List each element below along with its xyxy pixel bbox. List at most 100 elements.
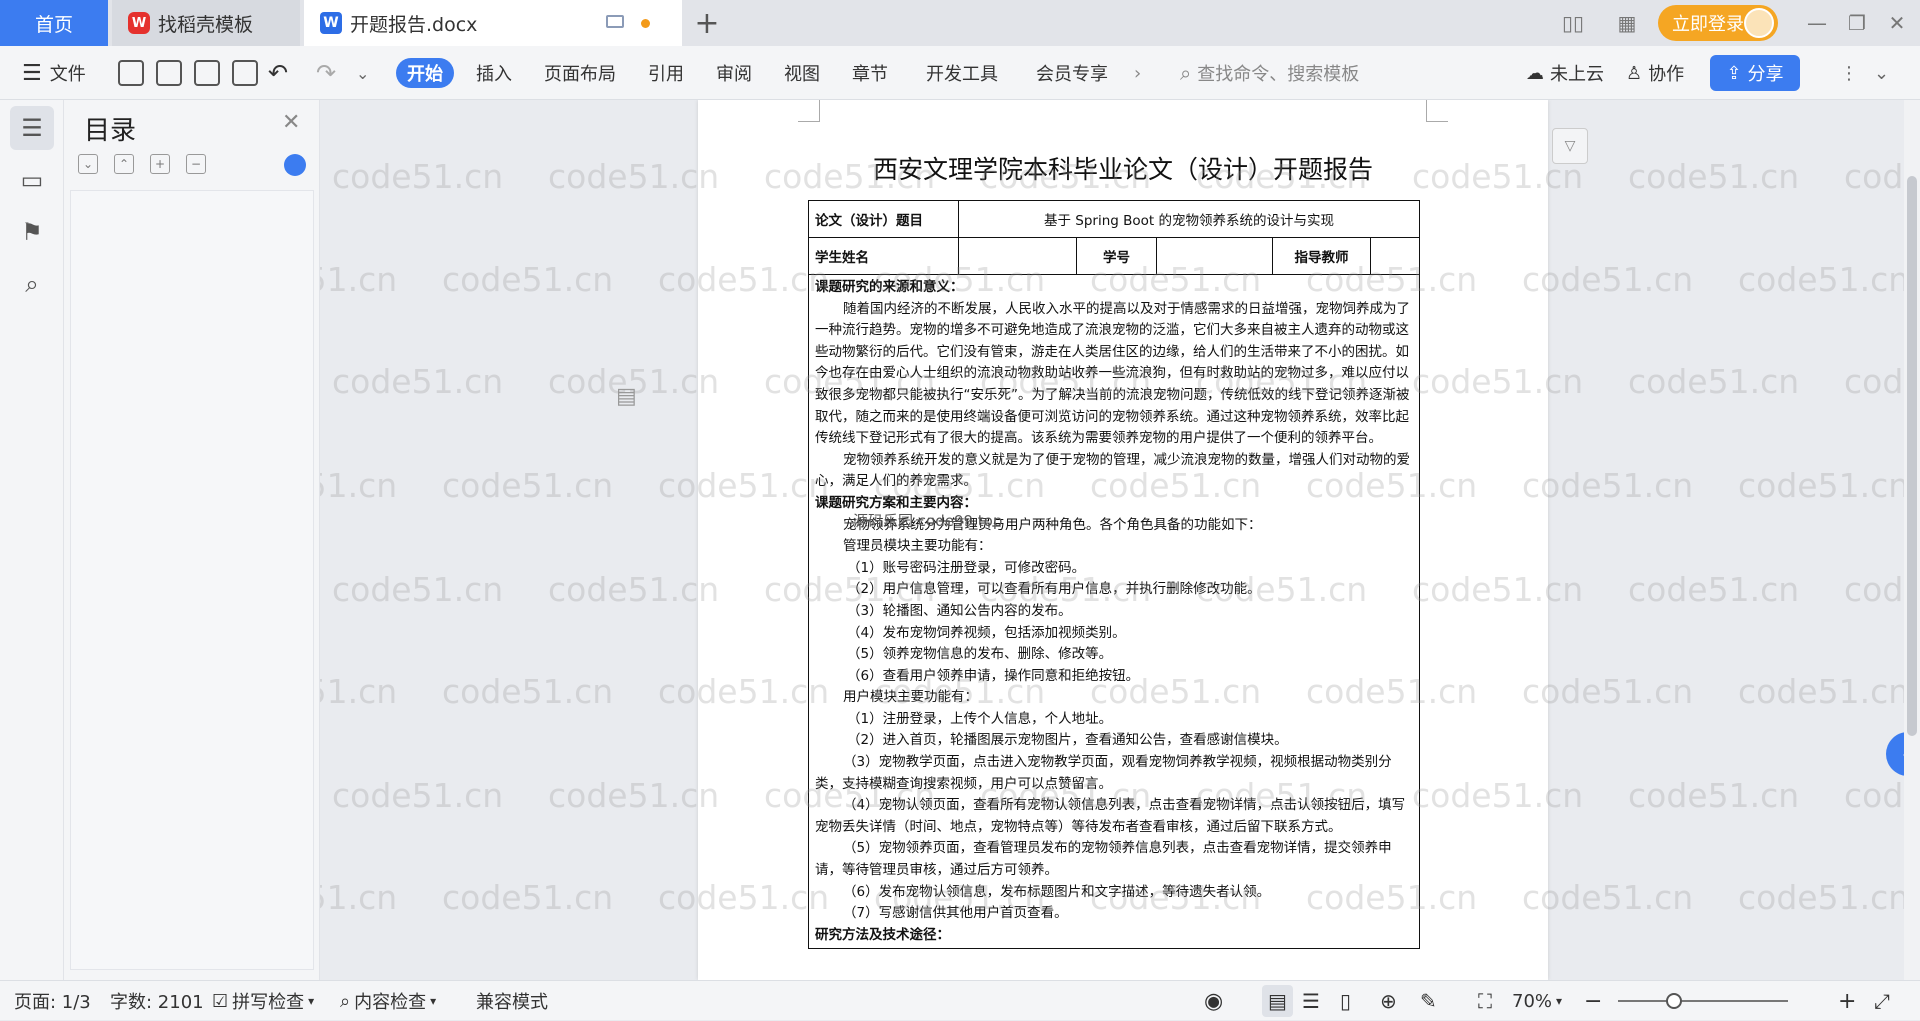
student-name-value[interactable] <box>958 237 1077 275</box>
web-view-icon[interactable]: ⊕ <box>1380 981 1397 1021</box>
maximize-icon[interactable]: ❐ <box>1844 10 1870 36</box>
chevron-down-icon[interactable]: ⌄ <box>356 46 369 100</box>
share-button[interactable]: ⇪ 分享 <box>1710 55 1800 91</box>
collapse-ribbon-icon[interactable]: ⌄ <box>1874 46 1889 100</box>
watermark-text: code51.cn <box>1844 362 1904 401</box>
word-count[interactable]: 字数: 2101 <box>110 981 204 1021</box>
list-item: （2）用户信息管理，可以查看所有用户信息，并执行删除修改功能。 <box>847 581 1261 598</box>
add-heading-icon[interactable]: + <box>150 154 170 174</box>
watermark-text: code51.cn <box>1628 776 1800 815</box>
tab-insert[interactable]: 插入 <box>476 46 512 100</box>
toc-list <box>70 190 314 970</box>
zoom-out-icon[interactable]: − <box>1584 981 1602 1021</box>
list-item: （6）查看用户领养申请，操作同意和拒绝按钮。 <box>847 667 1140 684</box>
bookmark-icon[interactable]: ⚑ <box>10 210 54 254</box>
toc-title: 目录 <box>84 116 137 146</box>
new-tab-button[interactable]: + <box>690 6 724 41</box>
tab-home[interactable]: 首页 <box>0 0 108 46</box>
document-page[interactable]: 西安文理学院本科毕业论文（设计）开题报告 论文（设计）题目 基于 Spring … <box>698 100 1548 980</box>
redo-icon[interactable]: ↷ <box>316 46 336 100</box>
overlay-watermark: 源码乐园 code99.top <box>853 512 1003 530</box>
advisor-value[interactable] <box>1370 237 1420 275</box>
spellcheck-button[interactable]: ☑ 拼写检查 ▾ <box>212 981 314 1021</box>
monitor-icon[interactable] <box>606 15 624 28</box>
tab-view[interactable]: 视图 <box>784 46 820 100</box>
document-canvas[interactable]: 西安文理学院本科毕业论文（设计）开题报告 论文（设计）题目 基于 Spring … <box>320 100 1904 980</box>
collapse-icon[interactable]: ⌃ <box>114 154 134 174</box>
comment-icon[interactable]: ▤ <box>616 384 637 409</box>
tab-page-layout[interactable]: 页面布局 <box>544 46 616 100</box>
zoom-value: 70% <box>1512 990 1553 1012</box>
close-icon[interactable]: ✕ <box>282 110 300 135</box>
more-options-icon[interactable]: ⋮ <box>1840 46 1858 100</box>
filter-icon[interactable]: ▽ <box>1552 128 1588 164</box>
remove-heading-icon[interactable]: − <box>186 154 206 174</box>
fit-page-icon[interactable]: ⛶ <box>1478 981 1492 1021</box>
watermark-text: code51.cn <box>332 570 504 609</box>
undo-icon[interactable]: ↶ <box>268 46 288 100</box>
watermark-text: code51.cn <box>548 776 720 815</box>
more-tabs-icon[interactable]: › <box>1134 46 1141 100</box>
ai-assistant-icon[interactable] <box>284 154 306 176</box>
list-item: （4）发布宠物饲养视频，包括添加视频类别。 <box>847 624 1126 641</box>
pen-icon[interactable]: ✎ <box>1420 981 1437 1021</box>
login-label: 立即登录 <box>1672 14 1744 35</box>
page-indicator[interactable]: 页面: 1/3 <box>14 981 91 1021</box>
unsaved-dot-icon <box>641 19 650 28</box>
zoom-slider[interactable] <box>1618 993 1788 1009</box>
zoom-slider-knob[interactable] <box>1666 993 1683 1009</box>
save-icon[interactable] <box>118 60 144 86</box>
navigation-icon[interactable]: ▭ <box>10 158 54 202</box>
tab-developer[interactable]: 开发工具 <box>926 46 998 100</box>
page-view-icon[interactable]: ▤ <box>1262 985 1293 1017</box>
apps-grid-icon[interactable]: ▦ <box>1614 10 1640 36</box>
title-tab-bar: 首页 W 找稻壳模板 W 开题报告.docx + ▯▯ ▦ 立即登录 — ❐ ✕ <box>0 0 1920 46</box>
scroll-thumb[interactable] <box>1907 176 1917 736</box>
vertical-scrollbar[interactable] <box>1904 100 1920 980</box>
file-menu-label: 文件 <box>49 64 86 85</box>
cloud-status[interactable]: ☁ 未上云 <box>1526 46 1604 100</box>
side-panel-toggle-icon[interactable]: ‹ <box>1886 732 1904 776</box>
zoom-in-icon[interactable]: + <box>1838 981 1856 1021</box>
layout-icon[interactable]: ▯▯ <box>1560 10 1586 36</box>
list-item: （1）账号密码注册登录，可修改密码。 <box>847 559 1086 576</box>
content-check-button[interactable]: ⌕ 内容检查 ▾ <box>340 981 436 1021</box>
tab-member[interactable]: 会员专享 <box>1036 46 1108 100</box>
command-search[interactable]: ⌕ 查找命令、搜索模板 <box>1180 46 1359 100</box>
content-check-label: 内容检查 <box>354 992 427 1013</box>
search-icon[interactable]: ⌕ <box>10 262 54 306</box>
student-id-label: 学号 <box>1076 237 1157 275</box>
expand-icon[interactable]: ⌄ <box>78 154 98 174</box>
file-menu[interactable]: ☰ 文件 <box>22 46 86 100</box>
proposal-body[interactable]: 课题研究的来源和意义： 随着国内经济的不断发展，人民收入水平的提高以及对于情感需… <box>808 273 1420 950</box>
crop-mark <box>798 100 820 122</box>
watermark-text: code51.cn <box>320 878 398 917</box>
tab-document[interactable]: W 开题报告.docx <box>304 0 682 46</box>
collab-button[interactable]: ♙ 协作 <box>1626 46 1684 100</box>
read-view-icon[interactable]: ▯ <box>1340 981 1351 1021</box>
close-window-icon[interactable]: ✕ <box>1884 10 1910 36</box>
advisor-label: 指导教师 <box>1272 237 1371 275</box>
tab-start[interactable]: 开始 <box>396 58 454 88</box>
spellcheck-label: 拼写检查 <box>232 992 305 1013</box>
print-icon[interactable] <box>194 60 220 86</box>
watermark-text: code51.cn <box>442 260 614 299</box>
eye-protection-icon[interactable]: ◉ <box>1204 981 1223 1021</box>
fullscreen-icon[interactable]: ⤢ <box>1874 981 1890 1021</box>
watermark-text: code51.cn <box>332 776 504 815</box>
tab-chapter[interactable]: 章节 <box>852 46 888 100</box>
login-button[interactable]: 立即登录 <box>1658 5 1778 41</box>
minimize-icon[interactable]: — <box>1804 10 1830 36</box>
tab-templates[interactable]: W 找稻壳模板 <box>112 0 300 46</box>
student-id-value[interactable] <box>1156 237 1273 275</box>
outline-view-icon[interactable]: ☰ <box>1302 981 1320 1021</box>
zoom-level[interactable]: 70% ▾ <box>1512 981 1562 1021</box>
tab-references[interactable]: 引用 <box>648 46 684 100</box>
outline-icon[interactable]: ☰ <box>10 106 54 150</box>
watermark-text: code51.cn <box>320 466 398 505</box>
export-pdf-icon[interactable] <box>156 60 182 86</box>
print-preview-icon[interactable] <box>232 60 258 86</box>
tab-review[interactable]: 审阅 <box>716 46 752 100</box>
topic-value[interactable]: 基于 Spring Boot 的宠物领养系统的设计与实现 <box>958 200 1420 238</box>
watermark-text: code51.cn <box>442 878 614 917</box>
